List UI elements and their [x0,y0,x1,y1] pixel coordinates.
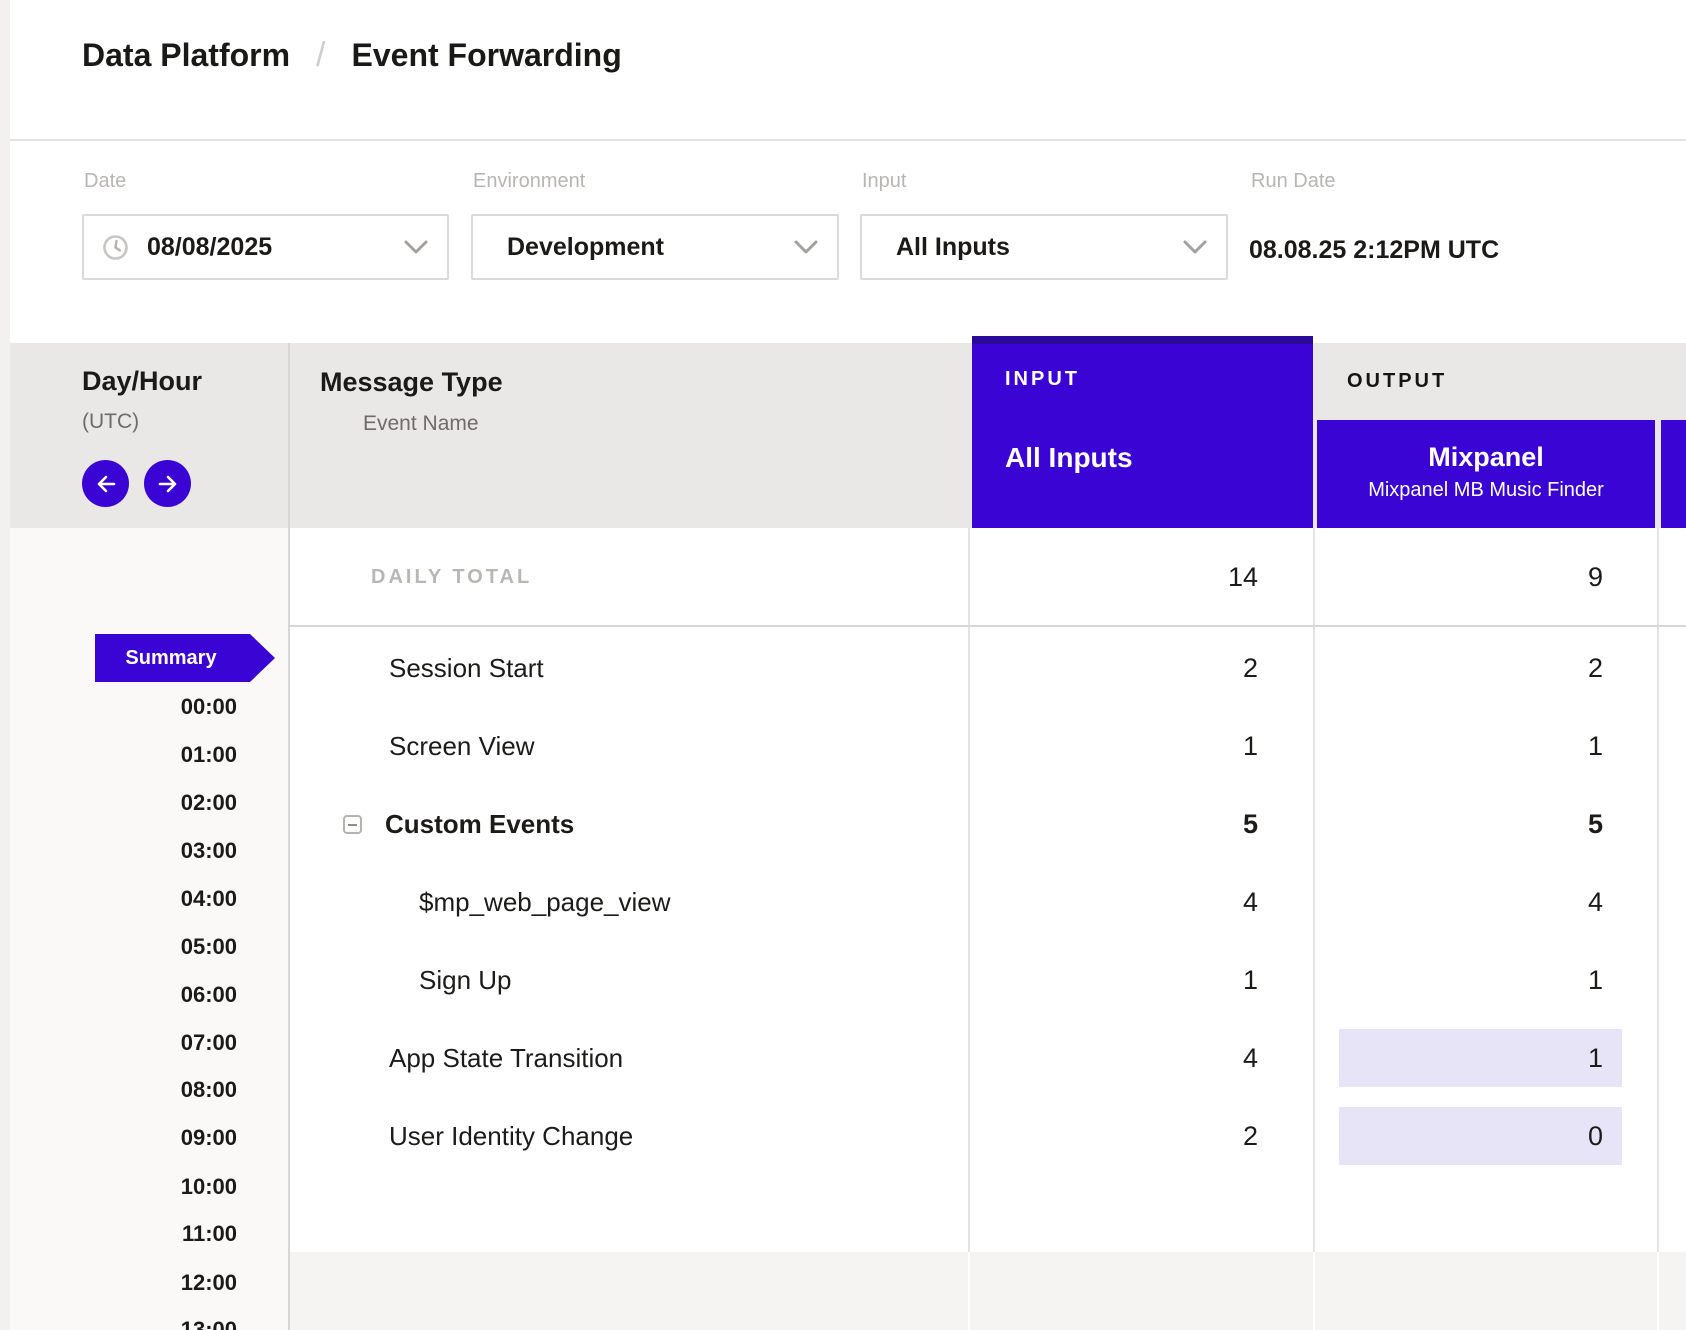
row-label: User Identity Change [389,1097,633,1175]
row-input-value: 1 [970,941,1258,1019]
row-output-value: 2 [1315,629,1603,707]
hour-label[interactable]: 11:00 [10,1210,237,1258]
input-column-name: All Inputs [1005,442,1133,474]
empty-rows-region [290,1252,1686,1330]
row-output-value: 1 [1588,1043,1603,1074]
environment-dropdown[interactable]: Development [471,214,839,280]
input-filter-label: Input [862,170,906,193]
hour-label[interactable]: 10:00 [10,1163,237,1211]
hour-label[interactable]: 05:00 [10,923,237,971]
output-destination-subtitle: Mixpanel MB Music Finder [1317,479,1655,502]
row-label: Session Start [389,629,544,707]
hour-label[interactable]: 08:00 [10,1066,237,1114]
hour-label[interactable]: 06:00 [10,971,237,1019]
summary-label: Summary [125,647,216,670]
chevron-down-icon [793,239,819,255]
breadcrumb-separator: / [316,36,325,75]
row-input-value: 2 [970,629,1258,707]
row-output-value: 0 [1588,1121,1603,1152]
collapse-custom-events-icon[interactable] [343,815,362,834]
hour-column-divider [288,343,290,1330]
daily-total-input-value: 14 [970,528,1258,627]
breadcrumb-section[interactable]: Data Platform [82,37,290,74]
date-value: 08/08/2025 [147,233,272,262]
page-title: Event Forwarding [352,37,622,74]
arrow-right-icon [155,471,181,497]
run-date-value: 08.08.25 2:12PM UTC [1249,236,1499,265]
hour-label[interactable]: 02:00 [10,779,237,827]
previous-day-button[interactable] [82,460,129,507]
row-label: App State Transition [389,1019,623,1097]
next-day-button[interactable] [144,460,191,507]
hour-label[interactable]: 13:00 [10,1306,237,1330]
grid-line [1313,1252,1315,1330]
next-output-column-partial[interactable] [1661,420,1686,528]
summary-row-selector[interactable]: Summary [95,634,275,682]
event-name-subtitle: Event Name [363,412,479,436]
row-input-value: 1 [970,707,1258,785]
grid-line [1657,528,1659,1252]
row-label: $mp_web_page_view [419,863,671,941]
row-label: Custom Events [385,785,574,863]
date-dropdown[interactable]: 08/08/2025 [82,214,449,280]
row-output-value: 1 [1315,707,1603,785]
hour-label[interactable]: 01:00 [10,731,237,779]
date-filter-label: Date [84,170,126,193]
row-output-value: 1 [1315,941,1603,1019]
arrow-left-icon [93,471,119,497]
row-label: Screen View [389,707,535,785]
hour-label[interactable]: 07:00 [10,1019,237,1067]
input-dropdown[interactable]: All Inputs [860,214,1228,280]
hour-label[interactable]: 04:00 [10,875,237,923]
row-input-value: 5 [970,785,1258,863]
row-input-value: 4 [970,1019,1258,1097]
left-gutter [0,0,10,1330]
hour-label[interactable]: 12:00 [10,1259,237,1307]
day-hour-subtitle: (UTC) [82,410,139,434]
output-header-eyebrow: OUTPUT [1347,370,1447,393]
message-type-title: Message Type [320,367,503,398]
day-hour-title: Day/Hour [82,366,202,397]
daily-total-label: DAILY TOTAL [371,528,532,627]
grid-line [1657,1252,1659,1330]
hour-label[interactable]: 03:00 [10,827,237,875]
minus-icon [348,824,357,826]
environment-filter-label: Environment [473,170,585,193]
clock-icon [102,234,129,261]
input-value: All Inputs [896,233,1010,262]
output-column-header[interactable]: Mixpanel Mixpanel MB Music Finder [1317,420,1655,528]
event-forwarding-screen: Data Platform / Event Forwarding Date 08… [0,0,1686,1330]
row-input-value: 2 [970,1097,1258,1175]
grid-line [968,1252,970,1330]
chevron-down-icon [403,239,429,255]
row-label: Sign Up [419,941,512,1019]
environment-value: Development [507,233,664,262]
output-discrepancy-cell: 1 [1339,1029,1622,1087]
hour-label[interactable]: 09:00 [10,1114,237,1162]
daily-total-output-value: 9 [1315,528,1603,627]
input-header-eyebrow: INPUT [1005,368,1080,391]
row-output-value: 5 [1315,785,1603,863]
input-selected-indicator [972,336,1313,344]
chevron-down-icon [1182,239,1208,255]
row-input-value: 4 [970,863,1258,941]
output-discrepancy-cell: 0 [1339,1107,1622,1165]
row-output-value: 4 [1315,863,1603,941]
run-date-label: Run Date [1251,170,1336,193]
hour-label[interactable]: 00:00 [10,683,237,731]
output-destination-name: Mixpanel [1317,442,1655,473]
breadcrumb: Data Platform / Event Forwarding [82,36,622,75]
header-divider [10,139,1686,141]
input-column-header[interactable]: INPUT All Inputs [972,336,1313,528]
